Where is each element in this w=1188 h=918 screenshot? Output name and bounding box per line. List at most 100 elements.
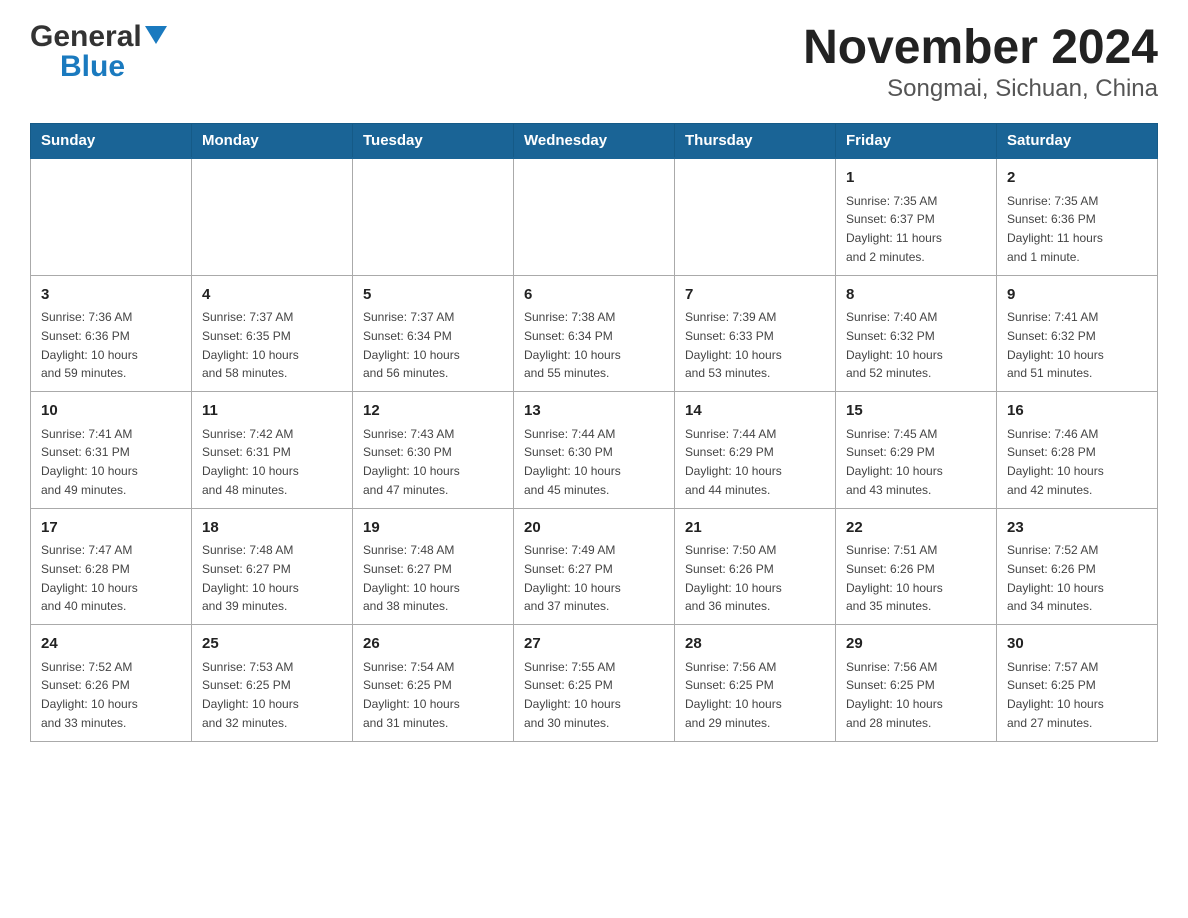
calendar-cell: 17Sunrise: 7:47 AM Sunset: 6:28 PM Dayli… [31, 508, 192, 625]
day-number: 20 [524, 517, 664, 540]
calendar-cell: 7 Sunrise: 7:39 AM Sunset: 6:33 PM Daylig… [675, 275, 836, 392]
day-number: 22 [846, 517, 986, 540]
calendar-cell: 10Sunrise: 7:41 AM Sunset: 6:31 PM Dayli… [31, 392, 192, 509]
calendar-cell: 27Sunrise: 7:55 AM Sunset: 6:25 PM Dayli… [514, 625, 675, 742]
day-info: Sunrise: 7:54 AM Sunset: 6:25 PM Dayligh… [363, 660, 460, 730]
page-header: General Blue November 2024 Songmai, Sich… [30, 20, 1158, 103]
day-number: 23 [1007, 517, 1147, 540]
calendar-cell: 13 Sunrise: 7:44 AM Sunset: 6:30 PM Dayli… [514, 392, 675, 509]
week-row-2: 3 Sunrise: 7:36 AM Sunset: 6:36 PM Daylig… [31, 275, 1158, 392]
logo-blue-text: Blue [60, 50, 125, 84]
logo-general-text: General [30, 20, 142, 54]
calendar-cell: 2 Sunrise: 7:35 AM Sunset: 6:36 PM Daylig… [997, 158, 1158, 275]
day-number: 1 [846, 167, 986, 190]
day-header-wednesday: Wednesday [514, 124, 675, 159]
calendar-cell: 21Sunrise: 7:50 AM Sunset: 6:26 PM Dayli… [675, 508, 836, 625]
day-info: Sunrise: 7:39 AM Sunset: 6:33 PM Dayligh… [685, 310, 782, 380]
day-number: 10 [41, 400, 181, 423]
calendar-cell [514, 158, 675, 275]
calendar-cell: 18 Sunrise: 7:48 AM Sunset: 6:27 PM Dayli… [192, 508, 353, 625]
day-info: Sunrise: 7:40 AM Sunset: 6:32 PM Dayligh… [846, 310, 943, 380]
day-info: Sunrise: 7:50 AM Sunset: 6:26 PM Dayligh… [685, 543, 782, 613]
calendar-cell: 12 Sunrise: 7:43 AM Sunset: 6:30 PM Dayli… [353, 392, 514, 509]
day-number: 14 [685, 400, 825, 423]
page-subtitle: Songmai, Sichuan, China [803, 75, 1158, 103]
day-info: Sunrise: 7:35 AM Sunset: 6:36 PM Dayligh… [1007, 194, 1103, 264]
day-number: 13 [524, 400, 664, 423]
day-info: Sunrise: 7:52 AM Sunset: 6:26 PM Dayligh… [1007, 543, 1104, 613]
day-number: 24 [41, 633, 181, 656]
calendar-table: SundayMondayTuesdayWednesdayThursdayFrid… [30, 123, 1158, 742]
week-row-4: 17Sunrise: 7:47 AM Sunset: 6:28 PM Dayli… [31, 508, 1158, 625]
calendar-header: SundayMondayTuesdayWednesdayThursdayFrid… [31, 124, 1158, 159]
day-info: Sunrise: 7:56 AM Sunset: 6:25 PM Dayligh… [685, 660, 782, 730]
calendar-cell: 4 Sunrise: 7:37 AM Sunset: 6:35 PM Daylig… [192, 275, 353, 392]
logo-arrow-icon [145, 26, 167, 49]
calendar-cell: 24 Sunrise: 7:52 AM Sunset: 6:26 PM Dayli… [31, 625, 192, 742]
day-number: 18 [202, 517, 342, 540]
day-info: Sunrise: 7:43 AM Sunset: 6:30 PM Dayligh… [363, 427, 460, 497]
day-info: Sunrise: 7:41 AM Sunset: 6:32 PM Dayligh… [1007, 310, 1104, 380]
calendar-cell: 16Sunrise: 7:46 AM Sunset: 6:28 PM Dayli… [997, 392, 1158, 509]
day-info: Sunrise: 7:51 AM Sunset: 6:26 PM Dayligh… [846, 543, 943, 613]
day-info: Sunrise: 7:42 AM Sunset: 6:31 PM Dayligh… [202, 427, 299, 497]
calendar-cell: 29Sunrise: 7:56 AM Sunset: 6:25 PM Dayli… [836, 625, 997, 742]
page-title: November 2024 [803, 20, 1158, 75]
day-number: 12 [363, 400, 503, 423]
day-info: Sunrise: 7:48 AM Sunset: 6:27 PM Dayligh… [363, 543, 460, 613]
calendar-cell [31, 158, 192, 275]
calendar-cell: 23 Sunrise: 7:52 AM Sunset: 6:26 PM Dayli… [997, 508, 1158, 625]
days-header-row: SundayMondayTuesdayWednesdayThursdayFrid… [31, 124, 1158, 159]
day-info: Sunrise: 7:38 AM Sunset: 6:34 PM Dayligh… [524, 310, 621, 380]
day-info: Sunrise: 7:48 AM Sunset: 6:27 PM Dayligh… [202, 543, 299, 613]
day-number: 19 [363, 517, 503, 540]
day-header-friday: Friday [836, 124, 997, 159]
day-header-tuesday: Tuesday [353, 124, 514, 159]
calendar-cell: 28 Sunrise: 7:56 AM Sunset: 6:25 PM Dayli… [675, 625, 836, 742]
calendar-cell: 6 Sunrise: 7:38 AM Sunset: 6:34 PM Daylig… [514, 275, 675, 392]
day-info: Sunrise: 7:36 AM Sunset: 6:36 PM Dayligh… [41, 310, 138, 380]
day-info: Sunrise: 7:44 AM Sunset: 6:29 PM Dayligh… [685, 427, 782, 497]
day-info: Sunrise: 7:46 AM Sunset: 6:28 PM Dayligh… [1007, 427, 1104, 497]
calendar-cell: 30Sunrise: 7:57 AM Sunset: 6:25 PM Dayli… [997, 625, 1158, 742]
day-info: Sunrise: 7:45 AM Sunset: 6:29 PM Dayligh… [846, 427, 943, 497]
day-header-saturday: Saturday [997, 124, 1158, 159]
calendar-cell: 15 Sunrise: 7:45 AM Sunset: 6:29 PM Dayli… [836, 392, 997, 509]
calendar-cell: 8 Sunrise: 7:40 AM Sunset: 6:32 PM Daylig… [836, 275, 997, 392]
calendar-body: 1 Sunrise: 7:35 AM Sunset: 6:37 PM Daylig… [31, 158, 1158, 741]
day-number: 7 [685, 284, 825, 307]
day-info: Sunrise: 7:44 AM Sunset: 6:30 PM Dayligh… [524, 427, 621, 497]
day-number: 8 [846, 284, 986, 307]
day-info: Sunrise: 7:57 AM Sunset: 6:25 PM Dayligh… [1007, 660, 1104, 730]
day-number: 6 [524, 284, 664, 307]
calendar-cell: 20 Sunrise: 7:49 AM Sunset: 6:27 PM Dayli… [514, 508, 675, 625]
day-info: Sunrise: 7:35 AM Sunset: 6:37 PM Dayligh… [846, 194, 942, 264]
day-info: Sunrise: 7:56 AM Sunset: 6:25 PM Dayligh… [846, 660, 943, 730]
calendar-cell: 22 Sunrise: 7:51 AM Sunset: 6:26 PM Dayli… [836, 508, 997, 625]
week-row-1: 1 Sunrise: 7:35 AM Sunset: 6:37 PM Daylig… [31, 158, 1158, 275]
day-info: Sunrise: 7:49 AM Sunset: 6:27 PM Dayligh… [524, 543, 621, 613]
calendar-cell: 25Sunrise: 7:53 AM Sunset: 6:25 PM Dayli… [192, 625, 353, 742]
day-header-thursday: Thursday [675, 124, 836, 159]
day-number: 26 [363, 633, 503, 656]
calendar-cell: 3 Sunrise: 7:36 AM Sunset: 6:36 PM Daylig… [31, 275, 192, 392]
day-info: Sunrise: 7:37 AM Sunset: 6:34 PM Dayligh… [363, 310, 460, 380]
day-number: 2 [1007, 167, 1147, 190]
day-number: 28 [685, 633, 825, 656]
calendar-cell [353, 158, 514, 275]
title-block: November 2024 Songmai, Sichuan, China [803, 20, 1158, 103]
day-number: 3 [41, 284, 181, 307]
day-info: Sunrise: 7:37 AM Sunset: 6:35 PM Dayligh… [202, 310, 299, 380]
day-number: 11 [202, 400, 342, 423]
calendar-cell: 5 Sunrise: 7:37 AM Sunset: 6:34 PM Daylig… [353, 275, 514, 392]
day-number: 4 [202, 284, 342, 307]
day-number: 27 [524, 633, 664, 656]
day-number: 5 [363, 284, 503, 307]
week-row-5: 24 Sunrise: 7:52 AM Sunset: 6:26 PM Dayli… [31, 625, 1158, 742]
day-info: Sunrise: 7:52 AM Sunset: 6:26 PM Dayligh… [41, 660, 138, 730]
calendar-cell: 19 Sunrise: 7:48 AM Sunset: 6:27 PM Dayli… [353, 508, 514, 625]
day-number: 17 [41, 517, 181, 540]
day-info: Sunrise: 7:53 AM Sunset: 6:25 PM Dayligh… [202, 660, 299, 730]
calendar-cell [675, 158, 836, 275]
day-number: 15 [846, 400, 986, 423]
